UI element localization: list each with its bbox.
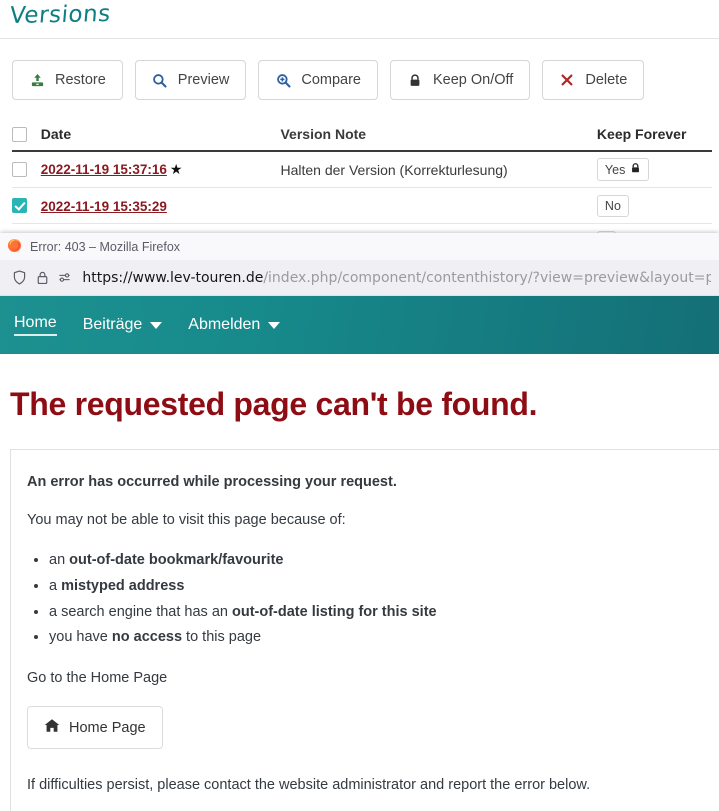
keep-forever-badge[interactable]: No	[596, 194, 629, 217]
reason-strong: mistyped address	[61, 577, 185, 594]
upload-icon	[29, 72, 45, 88]
row-checkbox[interactable]	[12, 198, 27, 213]
restore-button[interactable]: Restore	[12, 60, 123, 100]
error-reason-lead: You may not be able to visit this page b…	[27, 512, 346, 529]
version-date-link[interactable]: 2022-11-19 15:35:29	[41, 199, 167, 214]
list-item: an out-of-date bookmark/favourite	[49, 548, 719, 574]
error-intro: An error has occurred while processing y…	[27, 474, 397, 490]
screenshot-root: Versions Restore Preview Compare Keep On…	[0, 0, 719, 811]
shield-icon[interactable]	[8, 265, 31, 291]
search-icon	[152, 72, 168, 88]
nav-item-home-label: Home	[14, 314, 57, 331]
row-checkbox[interactable]	[12, 162, 27, 177]
nav-item-beitraege[interactable]: Beiträge	[83, 316, 163, 334]
reason-pre: a	[49, 577, 62, 594]
go-home-text: Go to the Home Page	[27, 670, 168, 687]
nav-item-abmelden-label: Abmelden	[188, 316, 261, 333]
version-date-link[interactable]: 2022-11-19 15:37:16	[41, 162, 167, 177]
reason-strong: no access	[111, 629, 183, 646]
lock-icon	[407, 72, 423, 88]
home-page-button[interactable]: Home Page	[27, 706, 163, 750]
table-row: 2022-11-19 15:35:29 No	[12, 188, 712, 224]
reason-pre: you have	[49, 629, 112, 646]
versions-toolbar: Restore Preview Compare Keep On/Off Dele…	[12, 60, 645, 100]
url-bar[interactable]: https://www.lev-touren.de/index.php/comp…	[82, 270, 711, 286]
site-navigation: Home Beiträge Abmelden	[0, 296, 719, 354]
keep-on-off-button-label: Keep On/Off	[433, 72, 514, 88]
keep-star-icon: ★	[169, 161, 183, 177]
list-item: a mistyped address	[49, 574, 719, 600]
compare-button[interactable]: Compare	[258, 60, 378, 100]
row-date-cell: 2022-11-19 15:35:29	[41, 198, 281, 214]
row-select-cell	[12, 198, 41, 213]
versions-modal: Versions Restore Preview Compare Keep On…	[0, 0, 719, 260]
reason-post: to this page	[182, 629, 262, 646]
preview-button[interactable]: Preview	[134, 60, 247, 100]
page-viewport: Home Beiträge Abmelden The requested pag…	[0, 296, 719, 811]
restore-button-label: Restore	[55, 72, 106, 88]
home-icon	[44, 718, 60, 737]
delete-button-label: Delete	[585, 72, 628, 88]
chevron-down-icon	[150, 321, 163, 329]
padlock-icon[interactable]	[31, 265, 54, 291]
reason-strong: out-of-date bookmark/favourite	[69, 552, 284, 569]
select-all-checkbox[interactable]	[12, 126, 27, 142]
list-item: you have no access to this page	[49, 625, 719, 651]
keep-forever-badge-label: Yes	[604, 162, 626, 177]
keep-forever-badge[interactable]: Yes	[596, 158, 650, 181]
firefox-window-title: Error: 403 – Mozilla Firefox	[30, 239, 181, 254]
persist-text: If difficulties persist, please contact …	[27, 777, 591, 794]
table-header-row: Date Version Note Keep Forever	[12, 118, 712, 152]
select-all-cell	[12, 126, 41, 142]
versions-annotation: Versions	[8, 0, 112, 30]
url-host: https://www.lev-touren.de	[82, 269, 264, 286]
row-select-cell	[12, 162, 41, 177]
firefox-logo-icon	[7, 238, 22, 256]
error-reason-list: an out-of-date bookmark/favourite a mist…	[49, 548, 719, 651]
firefox-titlebar: Error: 403 – Mozilla Firefox	[0, 233, 719, 260]
nav-item-beitraege-label: Beiträge	[82, 316, 143, 333]
error-details-box: An error has occurred while processing y…	[10, 449, 719, 811]
row-keep-cell: Yes	[596, 158, 712, 181]
list-item: a search engine that has an out-of-date …	[49, 600, 719, 626]
zoom-in-icon	[275, 72, 291, 88]
nav-item-home[interactable]: Home	[14, 314, 57, 336]
url-path: /index.php/component/contenthistory/?vie…	[263, 269, 711, 286]
column-header-keep-forever[interactable]: Keep Forever	[597, 126, 712, 142]
preview-button-label: Preview	[177, 72, 230, 88]
compare-button-label: Compare	[301, 72, 361, 88]
reason-pre: a search engine that has an	[49, 603, 232, 620]
keep-forever-badge-label: No	[604, 198, 621, 213]
row-keep-cell: No	[596, 194, 712, 217]
home-page-button-label: Home Page	[69, 719, 146, 736]
padlock-icon	[630, 162, 641, 177]
keep-on-off-button[interactable]: Keep On/Off	[390, 60, 531, 100]
table-row: 2022-11-19 15:37:16 ★ Halten der Version …	[12, 152, 712, 188]
delete-button[interactable]: Delete	[542, 60, 645, 100]
column-header-date[interactable]: Date	[41, 126, 281, 142]
firefox-window: Error: 403 – Mozilla Firefox https://www…	[0, 233, 719, 811]
permissions-icon[interactable]	[54, 265, 77, 291]
reason-pre: an	[49, 552, 70, 569]
row-note-cell: Halten der Version (Korrekturlesung)	[280, 161, 508, 178]
row-date-cell: 2022-11-19 15:37:16 ★	[41, 161, 281, 178]
close-x-icon	[559, 72, 575, 88]
modal-divider	[0, 38, 719, 39]
page-title: The requested page can't be found.	[10, 386, 538, 422]
column-header-version-note[interactable]: Version Note	[280, 126, 596, 142]
chevron-down-icon	[268, 321, 281, 329]
firefox-toolbar: https://www.lev-touren.de/index.php/comp…	[0, 260, 719, 296]
nav-item-abmelden[interactable]: Abmelden	[188, 316, 281, 334]
reason-strong: out-of-date listing for this site	[232, 603, 437, 620]
